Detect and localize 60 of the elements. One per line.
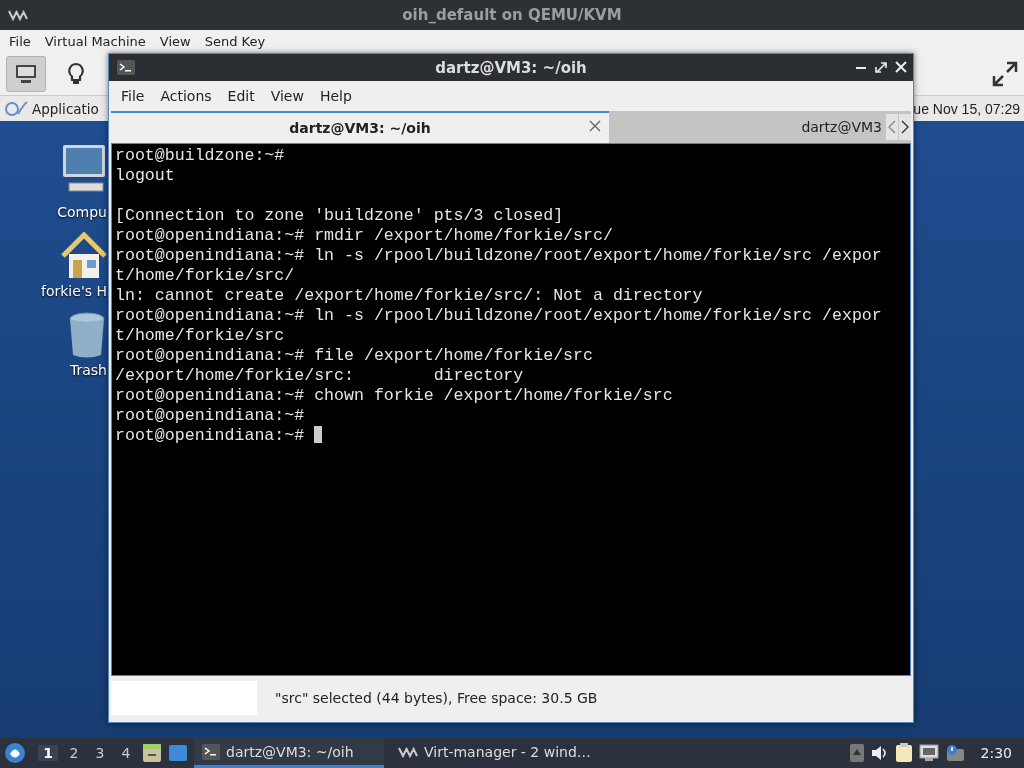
terminal-line: root@openindiana:~# file /export/home/forkie/src <box>115 346 593 365</box>
os-logo-icon <box>4 99 28 118</box>
menu-item[interactable]: Send Key <box>197 34 273 49</box>
chevron-right-icon[interactable] <box>899 114 911 140</box>
taskbar-button[interactable]: dartz@VM3: ~/oih <box>194 738 384 768</box>
menu-item[interactable]: File <box>2 34 38 49</box>
workspace-button[interactable]: 3 <box>90 745 110 761</box>
window-title: oih_default on QEMU/KVM <box>402 6 622 24</box>
terminal-line: root@openindiana:~# <box>115 406 305 425</box>
terminal-icon <box>202 743 220 760</box>
terminal-tab[interactable]: dartz@VM3 <box>609 111 886 143</box>
start-menu-icon[interactable] <box>4 742 26 764</box>
menu-item[interactable]: View <box>152 34 198 49</box>
terminal-line: root@openindiana:~# ln -s /rpool/buildzone/root/export/home/forkie/src /expor <box>115 306 882 325</box>
terminal-line: root@openindiana:~# chown forkie /export/home/forkie/src <box>115 386 673 405</box>
applications-menu[interactable]: Applicatio <box>32 100 99 117</box>
clipboard-icon[interactable] <box>894 743 913 763</box>
vm-logo-icon <box>8 9 28 21</box>
console-button[interactable] <box>6 56 46 92</box>
workspace-button[interactable]: 1 <box>38 745 58 761</box>
terminal-icon <box>117 60 135 75</box>
workspace-button[interactable]: 2 <box>64 745 84 761</box>
close-icon[interactable] <box>589 120 601 132</box>
house-icon <box>61 232 107 280</box>
taskbar-clock: 2:30 <box>980 745 1012 761</box>
status-text: "src" selected (44 bytes), Free space: 30.5 GB <box>275 690 598 706</box>
trash-can-icon <box>67 311 107 359</box>
vm-logo-icon <box>398 745 418 758</box>
terminal-line: root@openindiana:~# ln -s /rpool/buildzone/root/export/home/forkie/src /expor <box>115 246 882 265</box>
network-icon[interactable] <box>918 744 939 762</box>
terminal-line: root@openindiana:~# <box>115 426 306 445</box>
menu-item[interactable]: Edit <box>219 88 263 104</box>
terminal-line: ln: cannot create /export/home/forkie/src/: Not a directory <box>115 286 703 305</box>
maximize-icon[interactable] <box>875 60 887 74</box>
fullscreen-icon[interactable] <box>992 61 1018 87</box>
menu-item[interactable]: Virtual Machine <box>37 34 153 49</box>
speaker-icon[interactable] <box>870 745 889 761</box>
menu-item[interactable]: File <box>113 88 153 104</box>
menu-item[interactable]: View <box>262 88 312 104</box>
terminal-line: t/home/forkie/src <box>115 326 285 345</box>
taskbar-button[interactable]: Virt-manager - 2 wind… <box>390 738 599 768</box>
desktop-icon-label[interactable]: Compu <box>57 204 107 220</box>
lightbulb-icon[interactable] <box>67 62 85 86</box>
window-title: dartz@VM3: ~/oih <box>435 58 587 77</box>
terminal-line: /export/home/forkie/src: directory <box>115 366 524 385</box>
terminal-line: [Connection to zone 'buildzone' pts/3 closed] <box>115 206 564 225</box>
window-icon[interactable] <box>168 744 188 762</box>
terminal-line: root@buildzone:~# <box>115 146 285 165</box>
terminal-line: root@openindiana:~# rmdir /export/home/forkie/src/ <box>115 226 613 245</box>
terminal-line: logout <box>115 166 175 185</box>
desktop-icon-label[interactable]: Trash <box>70 362 107 378</box>
menu-item[interactable]: Actions <box>152 88 220 104</box>
terminal-line: t/home/forkie/src/ <box>115 266 295 285</box>
file-cabinet-icon[interactable] <box>142 743 162 763</box>
menu-item[interactable]: Help <box>311 88 360 104</box>
monitor-icon[interactable] <box>15 64 37 84</box>
desktop-icon-label[interactable]: forkie's H <box>41 283 107 299</box>
panel-clock: ue Nov 15, 07:29 <box>913 100 1020 117</box>
workspace-button[interactable]: 4 <box>116 745 136 761</box>
notification-icon[interactable] <box>944 744 965 762</box>
